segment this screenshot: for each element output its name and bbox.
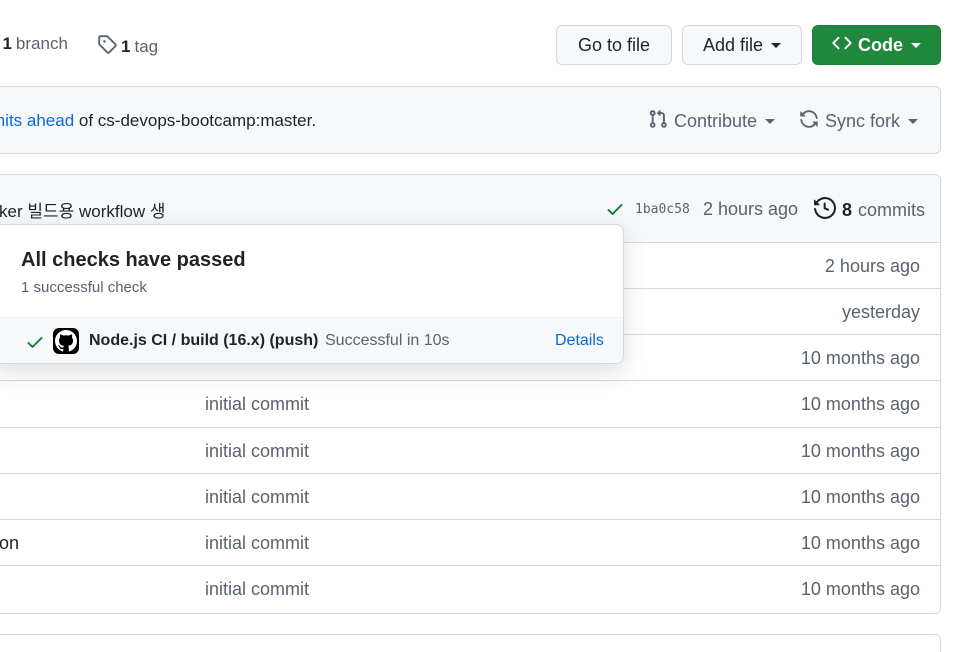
tag-icon [97,34,117,59]
check-icon[interactable] [605,199,625,219]
repo-header-bar: ⁝ 1 branch 1 tag Go to file Add file Cod… [0,0,954,86]
fork-status-bar: mits ahead of cs-devops-bootcamp:master.… [0,86,941,154]
branch-label: branch [15,34,68,53]
chevron-down-icon [911,42,921,48]
file-commit-message[interactable]: initial commit [205,533,309,554]
code-label: Code [858,34,903,55]
code-button[interactable]: Code [812,25,941,65]
check-run-row: Node.js CI / build (16.x) (push) Success… [0,317,623,363]
contribute-button[interactable]: Contribute [648,109,776,134]
commit-count: 8 [842,200,853,220]
fork-upstream-text: of cs-devops-bootcamp:master. [74,111,317,130]
history-icon [814,196,837,224]
chevron-down-icon [765,119,776,124]
add-file-label: Add file [702,34,764,55]
code-icon [832,33,852,58]
file-commit-time: 10 months ago [800,579,920,599]
chevron-down-icon [908,119,919,124]
table-row[interactable]: initial commit 10 months ago [0,565,940,611]
file-commit-message[interactable]: initial commit [205,579,309,600]
commits-ahead-link[interactable]: mits ahead [0,111,74,130]
check-run-status: Successful in 10s [325,332,450,349]
file-commit-message[interactable]: initial commit [205,394,309,415]
file-commit-time: yesterday [841,302,920,322]
commit-time: 2 hours ago [703,199,799,219]
tag-label: tag [134,36,159,56]
sync-fork-label: Sync fork [825,111,901,131]
checks-subtitle: 1 successful check [21,279,147,296]
go-to-file-button[interactable]: Go to file [556,25,672,65]
sync-fork-button[interactable]: Sync fork [799,109,919,134]
commit-sha-link[interactable]: 1ba0c58 [635,202,690,217]
commits-label: commits [858,200,926,220]
commits-history-link[interactable]: 8 commits [814,196,926,224]
table-row[interactable]: initial commit 10 months ago [0,427,940,473]
branches-link[interactable]: ⁝ 1 branch [0,34,68,54]
fork-status-text: mits ahead of cs-devops-bootcamp:master. [0,111,316,131]
go-to-file-label: Go to file [577,34,651,55]
latest-commit-message[interactable]: ker 빌드용 workflow 생 [0,197,165,222]
git-pull-request-icon [648,109,668,134]
chevron-down-icon [771,42,782,48]
file-commit-message[interactable]: initial commit [205,487,309,508]
file-commit-time: 10 months ago [800,348,920,368]
table-row[interactable]: on initial commit 10 months ago [0,519,940,565]
check-icon [25,332,45,352]
checks-popover: All checks have passed 1 successful chec… [0,224,624,364]
table-row[interactable]: initial commit 10 months ago [0,380,940,426]
checks-title: All checks have passed [21,249,246,271]
add-file-button[interactable]: Add file [682,25,802,65]
file-commit-time: 10 months ago [800,394,920,414]
file-commit-time: 2 hours ago [824,256,920,276]
readme-box [0,634,941,652]
tags-link[interactable]: 1 tag [97,34,158,59]
file-commit-message[interactable]: initial commit [205,441,309,462]
file-commit-time: 10 months ago [800,487,920,507]
sync-icon [799,109,819,134]
tag-count: 1 [121,36,131,56]
file-commit-time: 10 months ago [800,533,920,553]
check-run-name: Node.js CI / build (16.x) (push) [89,332,319,349]
file-name[interactable]: on [0,533,19,554]
contribute-label: Contribute [674,111,758,131]
file-commit-time: 10 months ago [800,441,920,461]
github-mark-icon [53,328,79,354]
branch-count: 1 [2,34,12,53]
table-row[interactable]: initial commit 10 months ago [0,473,940,519]
check-details-link[interactable]: Details [555,332,604,350]
